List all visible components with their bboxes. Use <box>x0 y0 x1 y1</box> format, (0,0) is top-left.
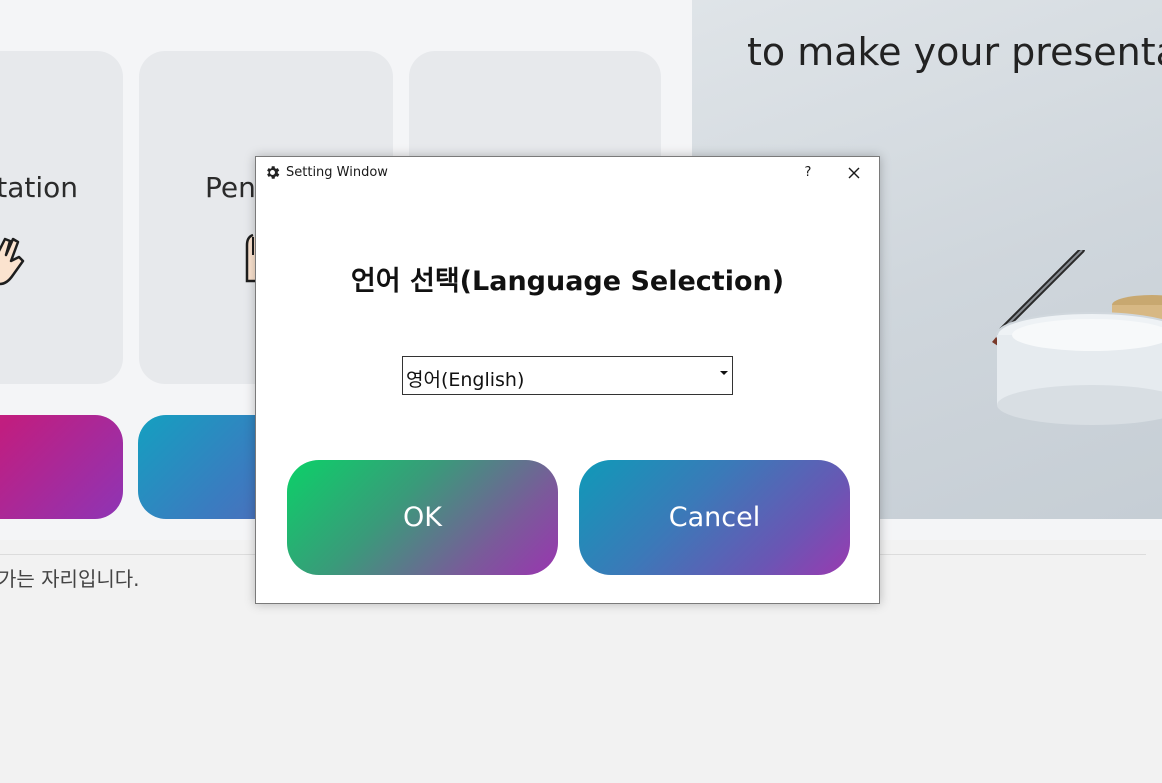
language-dropdown-value: 영어(English) <box>406 369 525 391</box>
chevron-down-icon[interactable] <box>720 371 728 375</box>
mode-card-label: Pen <box>205 171 256 204</box>
cancel-button[interactable]: Cancel <box>579 460 850 575</box>
gear-icon <box>267 166 280 179</box>
help-button[interactable]: ? <box>795 160 821 186</box>
hand-icon <box>0 237 25 286</box>
ok-button[interactable]: OK <box>287 460 558 575</box>
app-window: ntation Pen to make your presentatio <box>0 0 1162 783</box>
description-text: 가는 자리입니다. <box>0 567 140 591</box>
dialog-title: Setting Window <box>286 165 388 180</box>
preview-caption: to make your presentatio <box>747 30 1162 74</box>
close-icon[interactable] <box>841 160 867 186</box>
language-dropdown[interactable]: 영어(English) <box>402 356 733 395</box>
dropdown-divider <box>718 394 732 395</box>
language-selection-heading: 언어 선택(Language Selection) <box>350 266 785 297</box>
dialog-titlebar[interactable]: Setting Window ? <box>256 157 879 188</box>
mode-card-presentation[interactable]: ntation <box>0 51 123 384</box>
setting-dialog: Setting Window ? 언어 선택(Language Selectio… <box>255 156 880 604</box>
mode-card-label: ntation <box>0 171 78 204</box>
presentation-mode-button[interactable] <box>0 415 123 519</box>
cosmetic-product-image <box>992 250 1162 425</box>
